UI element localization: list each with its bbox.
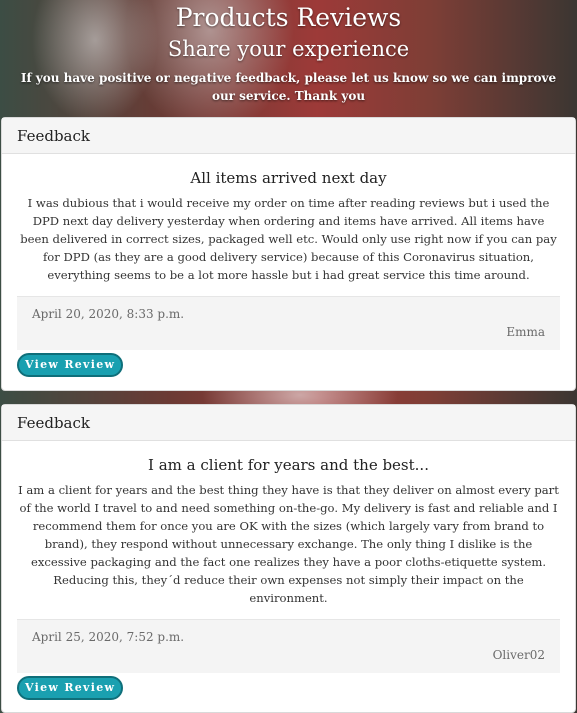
- view-review-button[interactable]: View Review: [17, 353, 124, 377]
- review-title: I am a client for years and the best...: [148, 456, 429, 474]
- review-author: Oliver02: [492, 648, 545, 662]
- intro-text: If you have positive or negative feedbac…: [20, 71, 557, 103]
- review-meta: April 25, 2020, 7:52 p.m. Oliver02: [17, 619, 560, 673]
- review-title: All items arrived next day: [190, 169, 387, 187]
- review-date: April 25, 2020, 7:52 p.m.: [32, 630, 185, 644]
- view-review-button[interactable]: View Review: [17, 676, 124, 700]
- review-card: Feedback I am a client for years and the…: [1, 404, 576, 713]
- card-header: Feedback: [2, 118, 575, 154]
- review-date: April 20, 2020, 8:33 p.m.: [32, 307, 185, 321]
- card-body: All items arrived next day I was dubious…: [2, 168, 575, 350]
- review-meta: April 20, 2020, 8:33 p.m. Emma: [17, 296, 560, 350]
- page-subtitle: Share your experience: [167, 37, 410, 61]
- page-title: Products Reviews: [175, 3, 402, 32]
- review-card: Feedback All items arrived next day I wa…: [1, 117, 576, 391]
- review-author: Emma: [506, 325, 545, 339]
- review-text: I was dubious that i would receive my or…: [20, 196, 557, 282]
- review-text: I am a client for years and the best thi…: [18, 483, 559, 605]
- card-body: I am a client for years and the best... …: [2, 455, 575, 673]
- card-header: Feedback: [2, 405, 575, 441]
